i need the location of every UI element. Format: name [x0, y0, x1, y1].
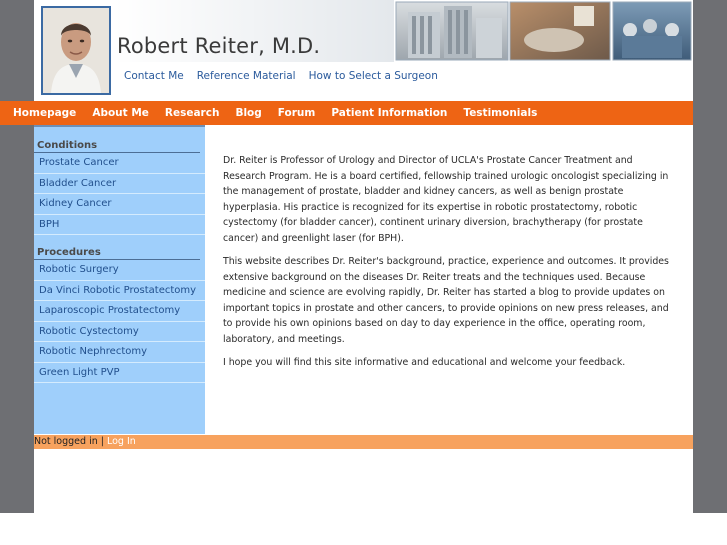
page-container: Robert Reiter, M.D. Contact Me Reference… — [34, 0, 693, 513]
login-status-bar: Not logged in | Log In — [34, 435, 693, 449]
sidebar-item-kidney-cancer[interactable]: Kidney Cancer — [34, 194, 205, 215]
nav-research[interactable]: Research — [165, 107, 220, 119]
log-in-link[interactable]: Log In — [107, 436, 136, 447]
nav-homepage[interactable]: Homepage — [13, 107, 76, 119]
nav-forum[interactable]: Forum — [278, 107, 316, 119]
sidebar-item-da-vinci-prostatectomy[interactable]: Da Vinci Robotic Prostatectomy — [34, 281, 205, 301]
sidebar-item-robotic-surgery[interactable]: Robotic Surgery — [34, 260, 205, 281]
site-title: Robert Reiter, M.D. — [117, 34, 321, 58]
status-separator: | — [97, 436, 107, 447]
sidebar-item-bph[interactable]: BPH — [34, 215, 205, 235]
select-surgeon-link[interactable]: How to Select a Surgeon — [309, 70, 438, 82]
sidebar: Conditions Prostate Cancer Bladder Cance… — [34, 125, 205, 434]
nav-testimonials[interactable]: Testimonials — [463, 107, 537, 119]
procedures-heading: Procedures — [34, 235, 200, 260]
contact-me-link[interactable]: Contact Me — [124, 70, 184, 82]
main-content: Dr. Reiter is Professor of Urology and D… — [205, 125, 693, 434]
nav-blog[interactable]: Blog — [235, 107, 261, 119]
sidebar-item-bladder-cancer[interactable]: Bladder Cancer — [34, 174, 205, 194]
reference-material-link[interactable]: Reference Material — [197, 70, 296, 82]
portrait-image — [43, 8, 109, 93]
closing-paragraph: I hope you will find this site informati… — [223, 357, 626, 368]
conditions-heading: Conditions — [34, 127, 200, 153]
sidebar-item-laparoscopic-prostatectomy[interactable]: Laparoscopic Prostatectomy — [34, 301, 205, 322]
doctor-portrait — [41, 6, 111, 95]
website-description-paragraph: This website describes Dr. Reiter's back… — [223, 256, 669, 345]
intro-paragraph: Dr. Reiter is Professor of Urology and D… — [223, 155, 669, 244]
sidebar-item-robotic-nephrectomy[interactable]: Robotic Nephrectomy — [34, 342, 205, 363]
nav-patient-information[interactable]: Patient Information — [331, 107, 447, 119]
top-links: Contact Me Reference Material How to Sel… — [124, 70, 438, 82]
sidebar-item-robotic-cystectomy[interactable]: Robotic Cystectomy — [34, 322, 205, 342]
main-nav: Homepage About Me Research Blog Forum Pa… — [0, 101, 693, 125]
login-status-text: Not logged in — [34, 436, 98, 447]
site-header: Robert Reiter, M.D. Contact Me Reference… — [34, 0, 693, 100]
sidebar-item-green-light-pvp[interactable]: Green Light PVP — [34, 363, 205, 383]
sidebar-item-prostate-cancer[interactable]: Prostate Cancer — [34, 153, 205, 174]
nav-about-me[interactable]: About Me — [92, 107, 149, 119]
